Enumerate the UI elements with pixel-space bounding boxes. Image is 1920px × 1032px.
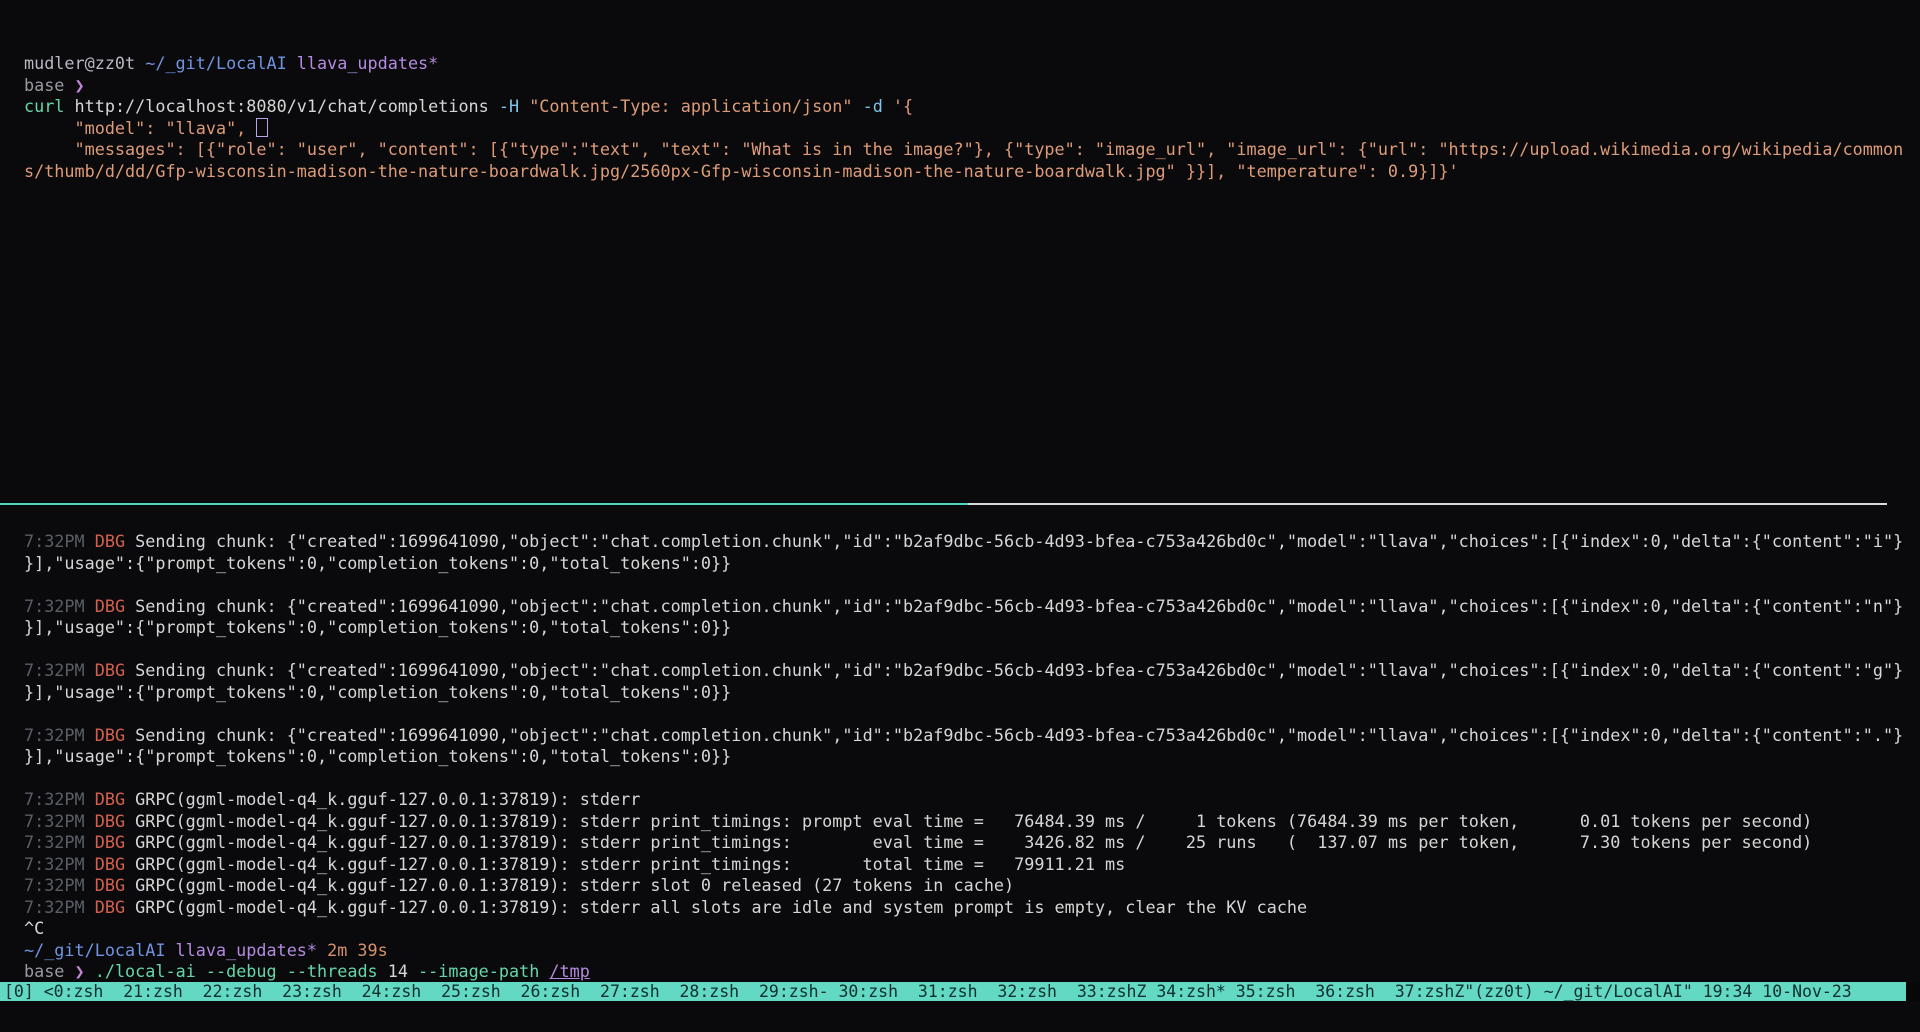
log-grpc-line-2: 7:32PM DBG GRPC(ggml-model-q4_k.gguf-127… [24,811,1920,833]
tmux-window-list[interactable]: [0] <0:zsh 21:zsh 22:zsh 23:zsh 24:zsh 2… [4,982,1464,1001]
log-chunk-json-wrap: }],"usage":{"prompt_tokens":0,"completio… [24,746,731,766]
log-timestamp: 7:32PM [24,811,95,831]
log-grpc-text: GRPC(ggml-model-q4_k.gguf-127.0.0.1:3781… [135,832,1812,852]
blank-line [24,639,1920,661]
prompt-chevron: ❯ [75,961,95,981]
log-chunk-json: Sending chunk: {"created":1699641090,"ob… [135,660,1903,680]
status-bar-end-notch [1906,982,1920,1001]
log-timestamp: 7:32PM [24,660,95,680]
json-messages-wrap: s/thumb/d/dd/Gfp-wisconsin-madison-the-n… [24,161,1459,181]
log-grpc-line-5: 7:32PM DBG GRPC(ggml-model-q4_k.gguf-127… [24,875,1920,897]
image-path-flag: --image-path [418,961,549,981]
log-grpc-text: GRPC(ggml-model-q4_k.gguf-127.0.0.1:3781… [135,811,1812,831]
pane-divider-active-segment [0,503,968,505]
log-level-badge: DBG [95,596,135,616]
prompt-line-1: mudler@zz0t ~/_git/LocalAI llava_updates… [24,53,1920,75]
log-chunk-json: Sending chunk: {"created":1699641090,"ob… [135,725,1903,745]
log-chunk-4-line-2: }],"usage":{"prompt_tokens":0,"completio… [24,746,1920,768]
log-chunk-3-line-2: }],"usage":{"prompt_tokens":0,"completio… [24,682,1920,704]
log-level-badge: DBG [95,854,135,874]
curl-url: http://localhost:8080/v1/chat/completion… [75,96,499,116]
terminal-window: mudler@zz0t ~/_git/LocalAI llava_updates… [0,0,1920,1032]
tmux-status-right: "(zz0t) ~/_git/LocalAI" 19:34 10-Nov-23 [1464,982,1851,1001]
blank-line [24,574,1920,596]
log-level-badge: DBG [95,725,135,745]
prompt-line-3: ~/_git/LocalAI llava_updates* 2m 39s [24,940,1920,962]
curl-flag-h: -H [499,96,529,116]
log-chunk-2-line-2: }],"usage":{"prompt_tokens":0,"completio… [24,617,1920,639]
log-grpc-text: GRPC(ggml-model-q4_k.gguf-127.0.0.1:3781… [135,789,640,809]
curl-command-line: curl http://localhost:8080/v1/chat/compl… [24,96,1920,118]
prompt-user-host: mudler@zz0t [24,53,145,73]
git-branch: llava_updates* [287,53,439,73]
prompt-cwd: ~/_git/LocalAI [24,940,165,960]
log-grpc-text: GRPC(ggml-model-q4_k.gguf-127.0.0.1:3781… [135,875,1014,895]
log-timestamp: 7:32PM [24,725,95,745]
log-chunk-1-line-2: }],"usage":{"prompt_tokens":0,"completio… [24,553,1920,575]
blank-line [24,768,1920,790]
curl-json-model-line: "model": "llava", [24,118,1920,140]
log-level-badge: DBG [95,789,135,809]
prompt-cwd: ~/_git/LocalAI [145,53,286,73]
log-level-badge: DBG [95,832,135,852]
log-level-badge: DBG [95,811,135,831]
log-level-badge: DBG [95,660,135,680]
log-chunk-3-line-1: 7:32PM DBG Sending chunk: {"created":169… [24,660,1920,682]
log-level-badge: DBG [95,897,135,917]
curl-command: curl [24,96,75,116]
log-chunk-json-wrap: }],"usage":{"prompt_tokens":0,"completio… [24,553,731,573]
log-timestamp: 7:32PM [24,832,95,852]
log-chunk-json-wrap: }],"usage":{"prompt_tokens":0,"completio… [24,682,731,702]
log-level-badge: DBG [95,531,135,551]
log-pane: 7:32PM DBG Sending chunk: {"created":169… [24,531,1920,983]
sigint-line: ^C [24,918,1920,940]
log-timestamp: 7:32PM [24,789,95,809]
threads-value: 14 [388,961,418,981]
log-level-badge: DBG [95,875,135,895]
top-pane: mudler@zz0t ~/_git/LocalAI llava_updates… [24,53,1920,182]
curl-json-open: '{ [893,96,913,116]
json-model-field: "model": "llava", [24,118,256,138]
log-grpc-line-1: 7:32PM DBG GRPC(ggml-model-q4_k.gguf-127… [24,789,1920,811]
prompt-line-2: base ❯ [24,75,1920,97]
log-chunk-json: Sending chunk: {"created":1699641090,"ob… [135,596,1903,616]
log-timestamp: 7:32PM [24,531,95,551]
log-chunk-json: Sending chunk: {"created":1699641090,"ob… [135,531,1903,551]
log-grpc-line-3: 7:32PM DBG GRPC(ggml-model-q4_k.gguf-127… [24,832,1920,854]
venv-label: base [24,961,75,981]
git-branch: llava_updates* [165,940,317,960]
image-path-value: /tmp [549,961,589,981]
json-messages-field: "messages": [{"role": "user", "content":… [24,139,1903,159]
local-ai-command-line: base ❯ ./local-ai --debug --threads 14 -… [24,961,1920,983]
venv-label: base [24,75,75,95]
log-timestamp: 7:32PM [24,897,95,917]
log-grpc-text: GRPC(ggml-model-q4_k.gguf-127.0.0.1:3781… [135,897,1307,917]
log-timestamp: 7:32PM [24,875,95,895]
log-timestamp: 7:32PM [24,596,95,616]
log-grpc-text: GRPC(ggml-model-q4_k.gguf-127.0.0.1:3781… [135,854,1125,874]
local-ai-flags: --debug --threads [206,961,388,981]
log-chunk-json-wrap: }],"usage":{"prompt_tokens":0,"completio… [24,617,731,637]
curl-json-messages-wrap-line: s/thumb/d/dd/Gfp-wisconsin-madison-the-n… [24,161,1920,183]
log-chunk-1-line-1: 7:32PM DBG Sending chunk: {"created":169… [24,531,1920,553]
blank-line [24,703,1920,725]
terminal-cursor [256,118,268,137]
log-grpc-line-6: 7:32PM DBG GRPC(ggml-model-q4_k.gguf-127… [24,897,1920,919]
curl-flag-d: -d [863,96,893,116]
pane-divider-rest-segment [968,503,1887,505]
local-ai-binary: ./local-ai [95,961,206,981]
sigint-text: ^C [24,918,44,938]
curl-header-string: "Content-Type: application/json" [529,96,862,116]
curl-json-messages-line: "messages": [{"role": "user", "content":… [24,139,1920,161]
log-timestamp: 7:32PM [24,854,95,874]
tmux-status-bar[interactable]: [0] <0:zsh 21:zsh 22:zsh 23:zsh 24:zsh 2… [0,982,1920,1001]
command-duration: 2m 39s [317,940,388,960]
log-chunk-4-line-1: 7:32PM DBG Sending chunk: {"created":169… [24,725,1920,747]
log-grpc-line-4: 7:32PM DBG GRPC(ggml-model-q4_k.gguf-127… [24,854,1920,876]
log-chunk-2-line-1: 7:32PM DBG Sending chunk: {"created":169… [24,596,1920,618]
prompt-chevron: ❯ [75,75,85,95]
pane-divider[interactable] [0,503,1920,505]
